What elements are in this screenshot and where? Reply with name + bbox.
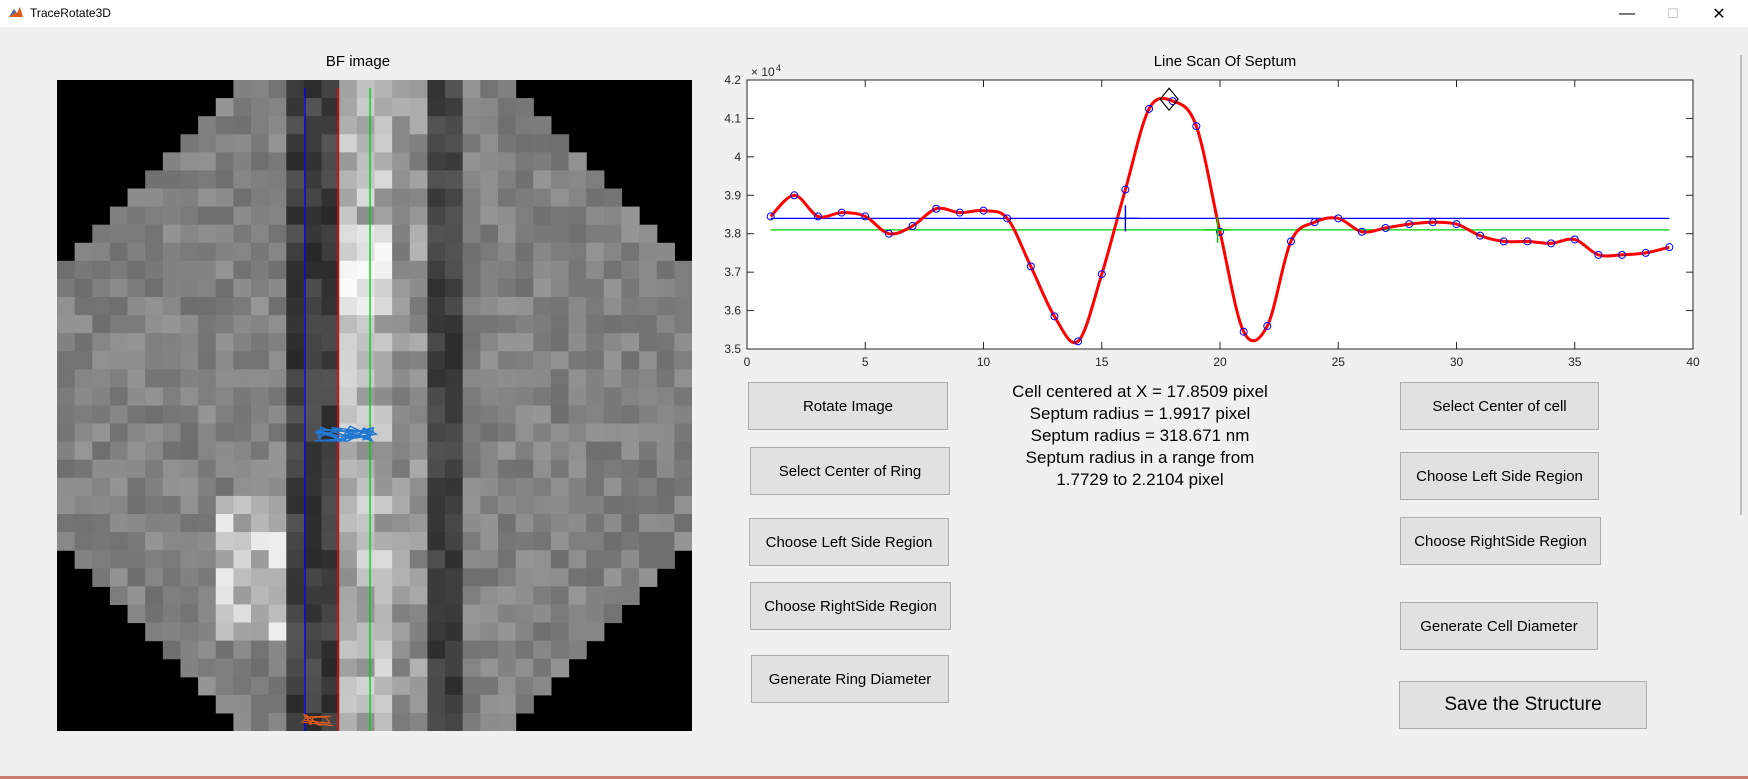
info-septum-range-values: 1.7729 to 2.2104 pixel <box>1056 470 1224 489</box>
y-tick-label: 3.5 <box>724 342 741 356</box>
y-tick-label: 3.9 <box>724 188 741 202</box>
x-tick-label: 40 <box>1686 355 1700 369</box>
window-title: TraceRotate3D <box>30 6 111 20</box>
y-tick-label: 4.2 <box>724 73 741 87</box>
choose-left-side-region-button[interactable]: Choose Left Side Region <box>749 518 949 566</box>
info-septum-range-label: Septum radius in a range from <box>1025 448 1255 467</box>
info-cell-center: Cell centered at X = 17.8509 pixel <box>1012 382 1268 401</box>
maximize-icon: ☐ <box>1667 5 1679 21</box>
choose-right-side-region-button[interactable]: Choose RightSide Region <box>750 582 951 630</box>
matlab-app-icon <box>8 5 24 21</box>
minimize-icon: — <box>1619 4 1635 22</box>
y-tick-label: 3.8 <box>724 227 741 241</box>
plot-axes-box <box>746 79 1694 350</box>
y-tick-label: 4 <box>734 150 741 164</box>
info-septum-radius-nm: Septum radius = 318.671 nm <box>1030 426 1250 445</box>
y-tick-label: 3.7 <box>724 265 741 279</box>
y-tick-label: 3.6 <box>724 304 741 318</box>
choose-right-side-region-cell-button[interactable]: Choose RightSide Region <box>1400 517 1601 565</box>
x-tick-label: 0 <box>744 355 751 369</box>
generate-ring-diameter-button[interactable]: Generate Ring Diameter <box>751 655 949 703</box>
bf-image-pixels <box>57 80 692 731</box>
select-center-of-ring-button[interactable]: Select Center of Ring <box>750 447 950 495</box>
info-septum-radius-pixel: Septum radius = 1.9917 pixel <box>1029 404 1251 423</box>
line-scan-plot[interactable]: 0 5 10 15 20 25 30 35 40 3.5 3.6 3.7 3.8 3.9 4 4.1 4.2 × … <box>700 62 1710 380</box>
close-button[interactable]: ✕ <box>1696 0 1742 27</box>
maximize-button[interactable]: ☐ <box>1650 0 1696 27</box>
rotate-image-button[interactable]: Rotate Image <box>748 382 948 430</box>
y-exponent-label: × 10 <box>751 65 775 79</box>
y-tick-label: 4.1 <box>724 111 741 125</box>
x-tick-label: 15 <box>1095 355 1109 369</box>
panel-edge <box>1740 55 1742 515</box>
y-exponent-power: 4 <box>776 63 781 73</box>
bf-image[interactable] <box>57 80 692 731</box>
bf-image-title: BF image <box>325 53 391 70</box>
choose-left-side-region-cell-button[interactable]: Choose Left Side Region <box>1400 452 1599 500</box>
x-tick-label: 5 <box>862 355 869 369</box>
x-tick-label: 30 <box>1450 355 1464 369</box>
select-center-of-cell-button[interactable]: Select Center of cell <box>1400 382 1599 430</box>
save-structure-button[interactable]: Save the Structure <box>1399 681 1647 729</box>
close-icon: ✕ <box>1712 5 1726 23</box>
title-bar: TraceRotate3D — ☐ ✕ <box>0 0 1748 27</box>
cell-trace <box>314 425 379 444</box>
x-tick-label: 10 <box>977 355 991 369</box>
x-tick-label: 20 <box>1213 355 1227 369</box>
generate-cell-diameter-button[interactable]: Generate Cell Diameter <box>1400 602 1598 650</box>
x-tick-label: 25 <box>1332 355 1346 369</box>
x-tick-label: 35 <box>1568 355 1582 369</box>
minimize-button[interactable]: — <box>1604 0 1650 27</box>
